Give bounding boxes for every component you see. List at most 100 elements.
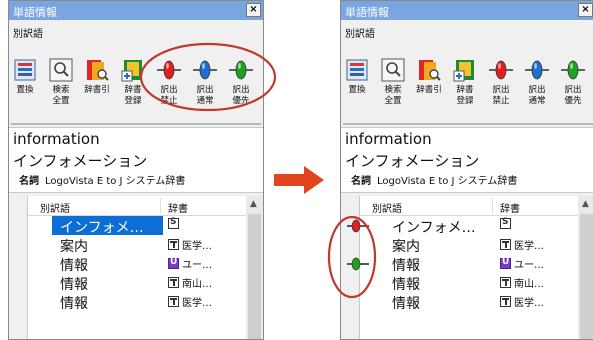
toolbar-label-line: 全置 xyxy=(384,96,402,106)
reading: インフォメーション xyxy=(13,152,148,170)
toolbar-button-replace[interactable]: 置換 xyxy=(11,57,39,127)
part-of-speech: 名詞 xyxy=(351,176,371,187)
list-item[interactable]: 情報 南山… xyxy=(360,273,584,293)
toolbar-button-label: 訳出 優先 xyxy=(225,85,257,107)
list-item[interactable]: 情報 医学… xyxy=(28,292,252,312)
column-divider xyxy=(492,198,493,214)
toolbar-label-line: 通常 xyxy=(528,96,546,106)
toolbar-button-green-pin[interactable]: 訳出 優先 xyxy=(227,57,255,127)
list-item[interactable]: 情報 南山… xyxy=(28,273,252,293)
replace-icon xyxy=(346,59,368,81)
row-dictionary: 医学… xyxy=(168,294,212,309)
column-divider xyxy=(160,198,161,214)
toolbar-button-label: 辞書引 xyxy=(413,85,445,96)
toolbar-label-line: 優先 xyxy=(232,96,250,106)
list-item[interactable]: インフォメ… xyxy=(28,216,252,236)
toolbar-button-blue-pin[interactable]: 訳出 通常 xyxy=(523,57,551,127)
list-item[interactable]: 案内 医学… xyxy=(28,235,252,255)
word-info-area: information インフォメーション 名詞 LogoVista E to J… xyxy=(9,127,263,193)
toolbar-button-label: 辞書引 xyxy=(81,85,113,96)
toolbar: 置換 検索 全置 辞書引 辞書 登録 訳出 禁止 訳出 通常 訳出 優先 xyxy=(11,57,261,127)
dictionary-s-icon xyxy=(500,217,511,229)
toolbar-label-line: 訳出 xyxy=(564,85,582,95)
toolbar-label-line: 通常 xyxy=(196,96,214,106)
alternative-list: 別訳語 辞書 インフォメ…案内医学…情報ユー…情報南山…情報医学… xyxy=(27,196,252,339)
row-dictionary xyxy=(168,217,182,231)
section-label: 別訳語 xyxy=(345,29,375,40)
toolbar-button-red-pin[interactable]: 訳出 禁止 xyxy=(155,57,183,127)
toolbar-label-line: 辞書引 xyxy=(416,85,442,95)
scroll-up-icon[interactable]: ▲ xyxy=(250,199,257,209)
dictionary-name: LogoVista E to J システム辞書 xyxy=(377,176,518,187)
row-dictionary: 医学… xyxy=(168,237,212,252)
toolbar-divider xyxy=(343,123,593,125)
dictionary-register-icon xyxy=(453,60,474,82)
toolbar-button-search-all[interactable]: 検索 全置 xyxy=(379,57,407,127)
toolbar-button-label: 検索 全置 xyxy=(377,85,409,107)
toolbar-button-search-all[interactable]: 検索 全置 xyxy=(47,57,75,127)
list-item[interactable]: 情報 ユー… xyxy=(28,254,252,274)
scroll-thumb[interactable] xyxy=(580,214,593,339)
section-label: 別訳語 xyxy=(13,29,43,40)
dictionary-t-icon xyxy=(168,277,179,288)
close-button[interactable]: × xyxy=(578,3,593,17)
red-pin-icon xyxy=(347,219,369,233)
toolbar-button-replace[interactable]: 置換 xyxy=(343,57,371,127)
dictionary-register-icon xyxy=(121,60,142,82)
row-term: 情報 xyxy=(392,296,420,312)
row-dictionary: 南山… xyxy=(168,275,212,290)
scrollbar[interactable]: ▲ xyxy=(578,196,593,339)
toolbar-label-line: 優先 xyxy=(564,96,582,106)
toolbar-label-line: 検索 xyxy=(384,85,402,95)
row-term: 案内 xyxy=(60,239,88,255)
row-dictionary: 医学… xyxy=(500,294,544,309)
column-header-dict[interactable]: 辞書 xyxy=(500,200,520,215)
toolbar-button-dictionary-register[interactable]: 辞書 登録 xyxy=(451,57,479,127)
toolbar-button-label: 置換 xyxy=(9,85,41,96)
column-header-dict[interactable]: 辞書 xyxy=(168,200,188,215)
toolbar-label-line: 検索 xyxy=(52,85,70,95)
toolbar-label-line: 辞書 xyxy=(124,85,142,95)
toolbar-button-dictionary-lookup[interactable]: 辞書引 xyxy=(415,57,443,127)
row-dictionary-name: 医学… xyxy=(182,298,212,309)
word-info-panel-after: 単語情報 × 別訳語 置換 検索 全置 辞書引 辞書 登録 訳出 禁止 訳出 通常 訳出 優先 inf… xyxy=(340,0,593,340)
arrow-right-icon xyxy=(274,166,324,194)
toolbar-label-line: 禁止 xyxy=(492,96,510,106)
scrollbar[interactable]: ▲ xyxy=(246,196,263,339)
list-item[interactable]: 案内 医学… xyxy=(360,235,584,255)
column-header-term[interactable]: 別訳語 xyxy=(40,200,70,215)
toolbar-button-green-pin[interactable]: 訳出 優先 xyxy=(559,57,587,127)
window-title: 単語情報 xyxy=(13,6,57,19)
green-pin-icon xyxy=(229,60,253,80)
reading: インフォメーション xyxy=(345,152,480,170)
search-all-icon xyxy=(381,58,405,82)
row-dictionary-name: 南山… xyxy=(514,279,544,290)
toolbar-label-line: 訳出 xyxy=(492,85,510,95)
scroll-thumb[interactable] xyxy=(248,214,261,339)
row-term: 情報 xyxy=(392,258,420,274)
column-header-term[interactable]: 別訳語 xyxy=(372,200,402,215)
row-dictionary: ユー… xyxy=(500,256,544,271)
toolbar-button-label: 検索 全置 xyxy=(45,85,77,107)
row-dictionary-name: ユー… xyxy=(514,260,544,271)
toolbar-button-dictionary-lookup[interactable]: 辞書引 xyxy=(83,57,111,127)
row-dictionary: 医学… xyxy=(500,237,544,252)
toolbar-button-red-pin[interactable]: 訳出 禁止 xyxy=(487,57,515,127)
list-item[interactable]: 情報 ユー… xyxy=(347,254,584,274)
toolbar-button-dictionary-register[interactable]: 辞書 登録 xyxy=(119,57,147,127)
toolbar-label-line: 置換 xyxy=(348,85,366,95)
window-title: 単語情報 xyxy=(345,6,389,19)
red-pin-icon xyxy=(157,60,181,80)
toolbar-button-blue-pin[interactable]: 訳出 通常 xyxy=(191,57,219,127)
pos-line: 名詞 LogoVista E to J システム辞書 xyxy=(351,172,517,187)
list-item[interactable]: インフォメ… xyxy=(347,216,584,236)
close-button[interactable]: × xyxy=(246,3,261,17)
scroll-up-icon[interactable]: ▲ xyxy=(582,199,589,209)
toolbar-label-line: 禁止 xyxy=(160,96,178,106)
toolbar-label-line: 辞書引 xyxy=(84,85,110,95)
toolbar-label-line: 訳出 xyxy=(196,85,214,95)
row-dictionary-name: 医学… xyxy=(514,298,544,309)
row-term: 情報 xyxy=(392,277,420,293)
row-term: 情報 xyxy=(60,296,88,312)
list-item[interactable]: 情報 医学… xyxy=(360,292,584,312)
